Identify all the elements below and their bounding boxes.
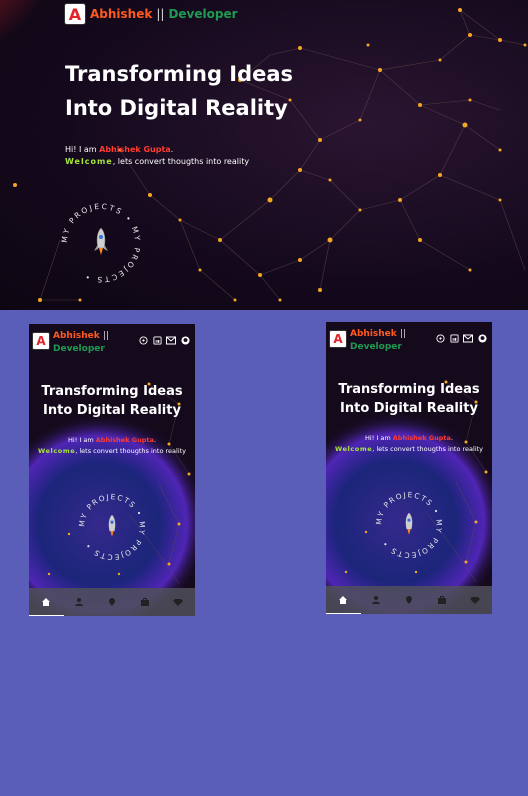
social-icons: [435, 333, 487, 343]
greeting-suffix: .: [450, 434, 453, 442]
hero-headline: Transforming Ideas Into Digital Reality: [65, 58, 293, 125]
rocket-icon: [108, 514, 116, 537]
headline-line-2: Into Digital Reality: [340, 401, 478, 416]
brand-text: Abhishek || Developer: [350, 328, 420, 354]
greeting-suffix: .: [153, 436, 156, 444]
mobile-preview-left: A Abhishek || Developer Transforming Ide…: [29, 324, 195, 616]
greeting-prefix: Hi! I am: [68, 436, 94, 444]
greeting-suffix: .: [170, 145, 174, 154]
my-projects-badge[interactable]: MY PROJECTS • MY PROJECTS •: [77, 492, 147, 562]
greeting-name: Abhishek Gupta: [99, 145, 171, 154]
github-icon[interactable]: [477, 333, 487, 343]
whatsapp-icon[interactable]: [138, 335, 148, 345]
bottom-nav: [29, 588, 195, 616]
tagline-text: , lets convert thougths into reality: [75, 447, 187, 455]
greeting-name: Abhishek Gupta: [392, 434, 451, 442]
logo-mark[interactable]: A: [32, 332, 50, 350]
briefcase-icon[interactable]: [137, 594, 153, 610]
tagline-text: , lets convert thougths into reality: [112, 157, 250, 166]
mobile-background: [29, 382, 195, 616]
welcome-text: Welcome: [334, 445, 373, 453]
headline-line-2: Into Digital Reality: [43, 403, 181, 418]
headline-line-2: Into Digital Reality: [65, 95, 288, 120]
brand-separator: ||: [156, 7, 165, 21]
user-icon[interactable]: [368, 592, 384, 608]
logo-mark[interactable]: A: [329, 330, 347, 348]
brand-name: Abhishek: [350, 329, 397, 339]
brand-name: Abhishek: [53, 331, 100, 341]
my-projects-badge[interactable]: MY PROJECTS • MY PROJECTS •: [58, 200, 144, 286]
welcome-text: Welcome: [37, 447, 76, 455]
github-icon[interactable]: [180, 335, 190, 345]
mobile-background: [326, 380, 492, 614]
bottom-nav: [326, 586, 492, 614]
mail-icon[interactable]: [166, 335, 176, 345]
brand-separator: ||: [102, 331, 109, 341]
rocket-icon: [94, 227, 108, 255]
hero-intro: Hi! I am Abhishek Gupta. Welcome, lets c…: [326, 433, 492, 455]
hero-section: A Abhishek || Developer Transforming Ide…: [0, 0, 528, 310]
gem-icon[interactable]: [467, 592, 483, 608]
hero-headline: Transforming Ideas Into Digital Reality: [326, 380, 492, 418]
location-icon[interactable]: [104, 594, 120, 610]
greeting-prefix: Hi! I am: [65, 145, 97, 154]
brand-logo[interactable]: A Abhishek || Developer: [64, 3, 238, 25]
greeting-prefix: Hi! I am: [365, 434, 391, 442]
rocket-icon: [405, 512, 413, 535]
hero-intro: Hi! I am Abhishek Gupta. Welcome, lets c…: [29, 435, 195, 457]
greeting-name: Abhishek Gupta: [95, 436, 154, 444]
hero-headline: Transforming Ideas Into Digital Reality: [29, 382, 195, 420]
location-icon[interactable]: [401, 592, 417, 608]
headline-line-1: Transforming Ideas: [41, 384, 183, 399]
brand-text: Abhishek || Developer: [53, 330, 123, 356]
welcome-text: Welcome: [65, 157, 113, 166]
mail-icon[interactable]: [463, 333, 473, 343]
hero-intro: Hi! I am Abhishek Gupta. Welcome, lets c…: [65, 144, 249, 168]
mobile-preview-right: A Abhishek || Developer Transforming Ide…: [326, 322, 492, 614]
brand-name: Abhishek: [90, 7, 153, 21]
logo-mark: A: [64, 3, 86, 25]
linkedin-icon[interactable]: [152, 335, 162, 345]
brand-role: Developer: [350, 342, 402, 352]
brand-role: Developer: [168, 7, 238, 21]
brand-separator: ||: [399, 329, 406, 339]
whatsapp-icon[interactable]: [435, 333, 445, 343]
my-projects-badge[interactable]: MY PROJECTS • MY PROJECTS •: [374, 490, 444, 560]
brand-role: Developer: [53, 344, 105, 354]
linkedin-icon[interactable]: [449, 333, 459, 343]
home-icon[interactable]: [326, 592, 361, 614]
headline-line-1: Transforming Ideas: [338, 382, 480, 397]
gem-icon[interactable]: [170, 594, 186, 610]
headline-line-1: Transforming Ideas: [65, 62, 294, 86]
home-icon[interactable]: [29, 594, 64, 616]
briefcase-icon[interactable]: [434, 592, 450, 608]
tagline-text: , lets convert thougths into reality: [372, 445, 484, 453]
user-icon[interactable]: [71, 594, 87, 610]
social-icons: [138, 335, 190, 345]
